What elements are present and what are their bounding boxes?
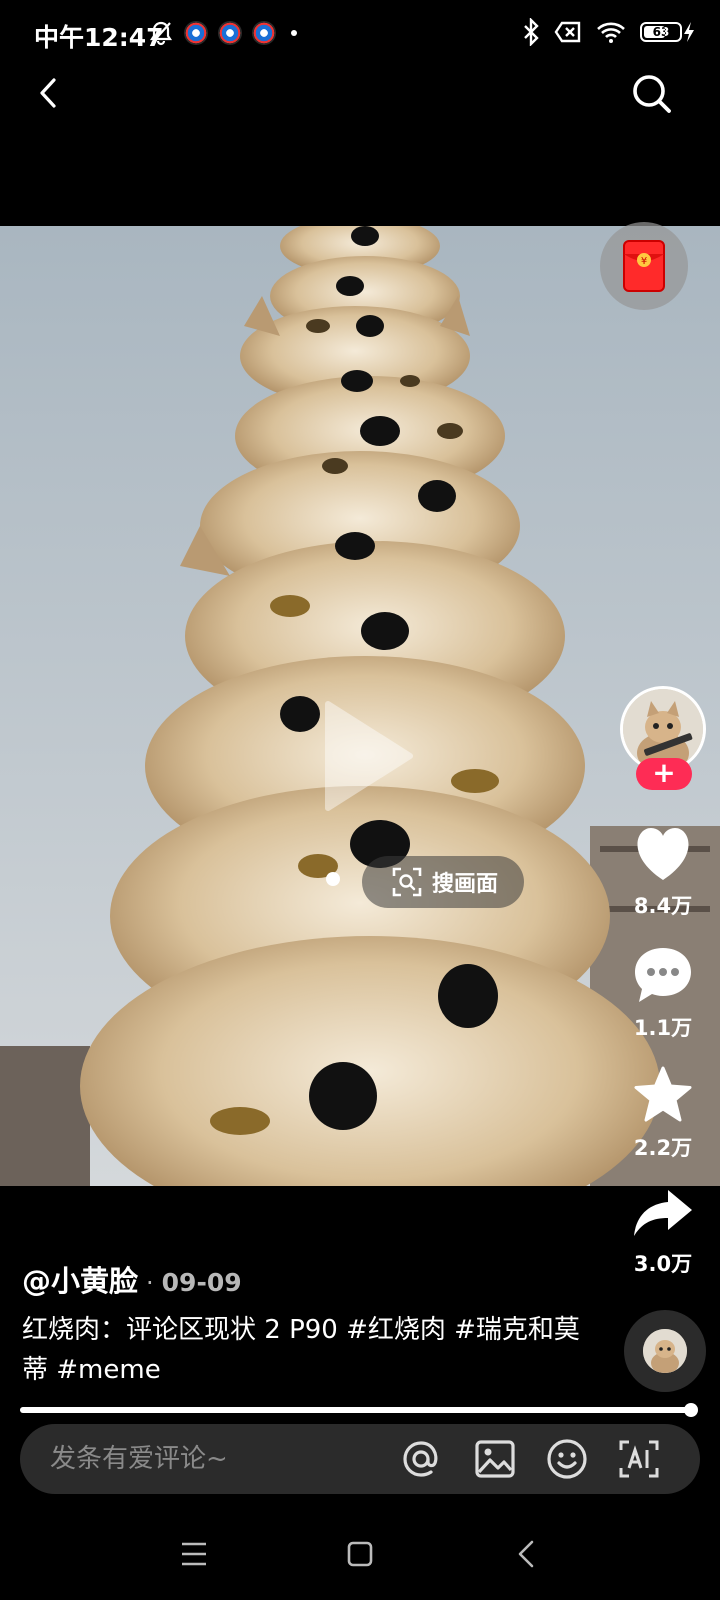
system-navigation-bar: [0, 1520, 720, 1600]
comment-button[interactable]: 1.1万: [620, 946, 706, 1042]
comment-bar: [20, 1424, 700, 1494]
video-progress-thumb[interactable]: [684, 1403, 698, 1417]
app-notification-icon: [252, 21, 276, 45]
favorite-count: 2.2万: [633, 1136, 693, 1160]
scan-search-icon: [392, 867, 422, 897]
more-notifications-icon: [291, 30, 297, 36]
status-time: 中午12:47: [34, 23, 164, 52]
share-icon: [634, 1190, 692, 1236]
home-icon[interactable]: [340, 1534, 380, 1574]
video-progress-fill: [20, 1407, 692, 1413]
share-count: 3.0万: [633, 1252, 693, 1276]
post-date: 09-09: [161, 1268, 242, 1297]
svg-text:¥: ¥: [641, 256, 647, 267]
battery-indicator: 63: [640, 21, 696, 43]
author-name[interactable]: @小黄脸: [22, 1258, 138, 1300]
video-player[interactable]: 搜画面: [0, 226, 720, 1186]
nav-back-icon[interactable]: [508, 1534, 548, 1574]
star-icon: [634, 1066, 692, 1122]
music-cover-image: [643, 1329, 687, 1373]
app-notification-icon: [184, 21, 208, 45]
menu-icon[interactable]: [174, 1534, 214, 1574]
share-button[interactable]: 3.0万: [620, 1188, 706, 1278]
comment-icon: [635, 948, 691, 1002]
music-disc[interactable]: [624, 1310, 706, 1392]
emoji-icon[interactable]: [546, 1438, 588, 1480]
at-icon[interactable]: [400, 1438, 442, 1480]
image-icon[interactable]: [474, 1438, 516, 1480]
red-packet-button[interactable]: ¥: [600, 222, 688, 310]
search-frame-marker[interactable]: [326, 872, 340, 886]
play-icon[interactable]: [318, 696, 418, 816]
no-sim-icon: [554, 21, 581, 43]
video-progress-bar[interactable]: [20, 1403, 698, 1417]
search-icon[interactable]: [630, 72, 674, 116]
comment-count: 1.1万: [633, 1016, 693, 1040]
favorite-button[interactable]: 2.2万: [620, 1066, 706, 1162]
bell-muted-icon: [149, 21, 173, 46]
red-envelope-icon: ¥: [623, 240, 665, 292]
bluetooth-icon: [524, 18, 539, 46]
author-line: @小黄脸 · 09-09: [22, 1258, 242, 1300]
heart-icon: [637, 828, 689, 880]
charging-icon: [684, 22, 694, 42]
like-button[interactable]: 8.4万: [620, 826, 706, 920]
back-icon[interactable]: [26, 70, 72, 116]
search-frame-label: 搜画面: [432, 872, 499, 897]
wifi-icon: [597, 22, 625, 43]
date-separator: ·: [146, 1269, 154, 1297]
post-caption[interactable]: 红烧肉：评论区现状 2 P90 #红烧肉 #瑞克和莫蒂 #meme: [22, 1310, 582, 1390]
search-frame-button[interactable]: 搜画面: [362, 856, 524, 908]
notification-icons: [148, 20, 302, 46]
follow-button[interactable]: +: [636, 758, 692, 790]
like-count: 8.4万: [633, 894, 693, 918]
comment-input[interactable]: [50, 1424, 390, 1494]
battery-level: 63: [652, 25, 670, 39]
ai-icon[interactable]: [618, 1438, 660, 1480]
app-notification-icon: [218, 21, 242, 45]
music-cover: [643, 1329, 687, 1373]
status-bar: 中午12:47 63: [0, 0, 720, 70]
system-icons: 63: [522, 18, 696, 46]
